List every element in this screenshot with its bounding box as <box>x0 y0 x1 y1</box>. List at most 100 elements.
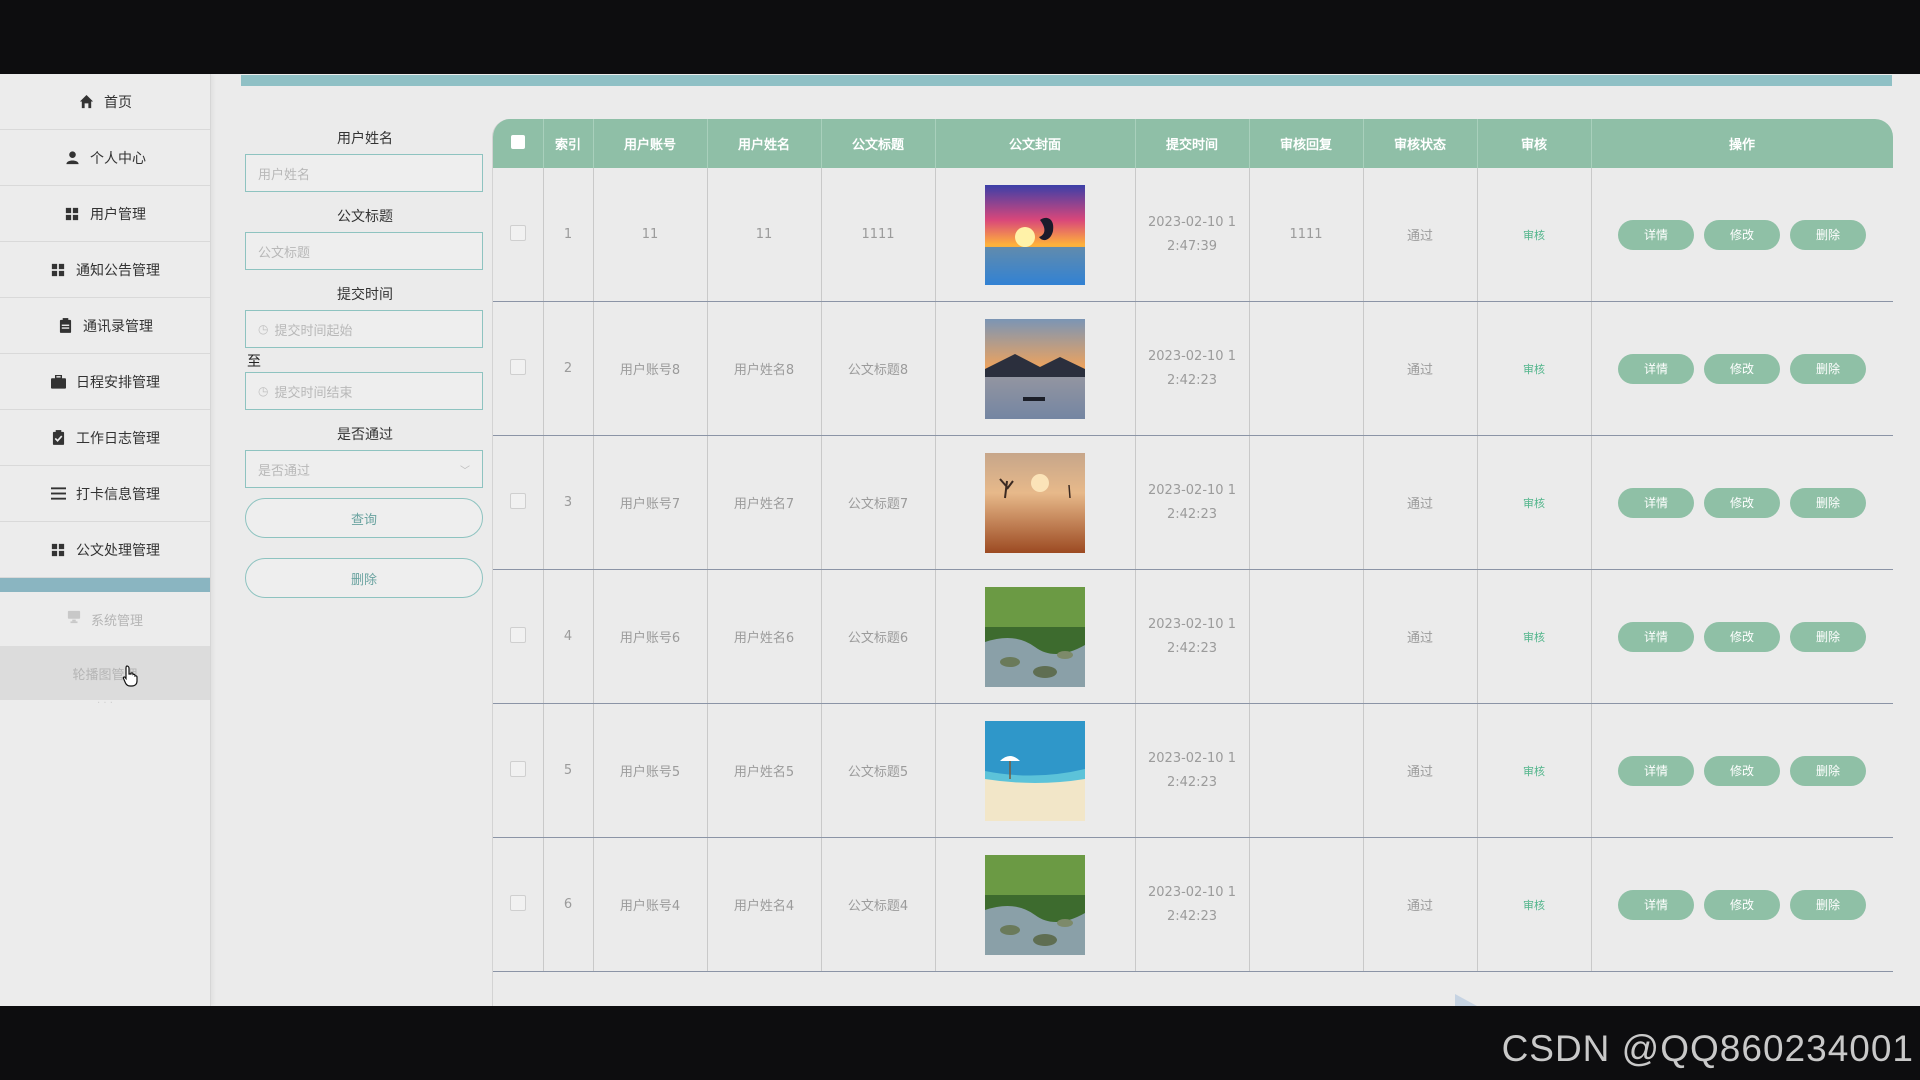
sidebar-item-system[interactable]: 系统管理 <box>0 592 210 646</box>
sidebar-item-label: 个人中心 <box>90 150 146 167</box>
title-input[interactable]: 公文标题 <box>245 232 483 270</box>
edit-button[interactable]: 修改 <box>1704 219 1780 250</box>
header-bar <box>241 75 1892 86</box>
cell-index: 4 <box>543 569 594 704</box>
row-checkbox[interactable] <box>493 435 544 570</box>
row-checkbox[interactable] <box>493 837 544 972</box>
bulk-delete-button[interactable]: 删除 <box>245 558 483 598</box>
cell-index: 5 <box>543 703 594 838</box>
sidebar-item-worklog[interactable]: 工作日志管理 <box>0 410 210 466</box>
detail-button[interactable]: 详情 <box>1618 353 1694 384</box>
row-checkbox[interactable] <box>493 569 544 704</box>
row-checkbox[interactable] <box>493 703 544 838</box>
time-line: 2:42:23 <box>1166 640 1218 656</box>
delete-button[interactable]: 删除 <box>1790 621 1866 652</box>
cell-status: 通过 <box>1363 837 1478 972</box>
delete-button[interactable]: 删除 <box>1790 755 1866 786</box>
cell-audit: 审核 <box>1477 301 1592 436</box>
cell-name: 用户姓名5 <box>707 703 822 838</box>
monitor-icon <box>67 610 81 628</box>
sidebar-item-label: 通知公告管理 <box>76 262 160 279</box>
delete-button[interactable]: 删除 <box>1790 353 1866 384</box>
sidebar-item-checkin[interactable]: 打卡信息管理 <box>0 466 210 522</box>
name-input[interactable]: 用户姓名 <box>245 154 483 192</box>
cell-audit: 审核 <box>1477 168 1592 302</box>
detail-button[interactable]: 详情 <box>1618 621 1694 652</box>
edit-button[interactable]: 修改 <box>1704 889 1780 920</box>
time-end-input[interactable]: ◷ 提交时间结束 <box>245 372 483 410</box>
cell-reply <box>1249 301 1364 436</box>
briefcase-icon <box>50 374 66 390</box>
sidebar-item-schedule[interactable]: 日程安排管理 <box>0 354 210 410</box>
time-start-input[interactable]: ◷ 提交时间起始 <box>245 310 483 348</box>
edit-button[interactable]: 修改 <box>1704 487 1780 518</box>
sidebar: 首页 个人中心 用户管理 通知公告管理 通讯录管理 日程安排管理 工作日志管理 <box>0 74 211 1006</box>
cell-status: 通过 <box>1363 569 1478 704</box>
sidebar-item-carousel[interactable]: 轮播图管理 <box>0 646 210 700</box>
forest-stream-image[interactable] <box>985 854 1085 955</box>
cell-actions: 详情 修改 删除 <box>1591 301 1893 436</box>
name-placeholder: 用户姓名 <box>258 167 311 183</box>
sidebar-item-home[interactable]: 首页 <box>0 74 210 130</box>
cell-account: 用户账号5 <box>593 703 708 838</box>
edit-button[interactable]: 修改 <box>1704 353 1780 384</box>
table-row: 3 用户账号7 用户姓名7 公文标题7 2023-02-10 1 2:42:23 通过 审核 详… <box>493 435 1893 570</box>
cell-title: 公文标题8 <box>821 301 936 436</box>
forest-stream-image[interactable] <box>985 586 1085 687</box>
watermark: CSDN @QQ860234001 <box>1501 1028 1914 1069</box>
time-line: 2023-02-10 1 <box>1148 884 1236 900</box>
app-screen: 首页 个人中心 用户管理 通知公告管理 通讯录管理 日程安排管理 工作日志管理 <box>0 74 1920 1006</box>
user-icon <box>64 150 80 166</box>
delete-button[interactable]: 删除 <box>1790 889 1866 920</box>
cell-status: 通过 <box>1363 301 1478 436</box>
time-line: 2:42:23 <box>1166 774 1218 790</box>
sidebar-item-label: 公文处理管理 <box>76 542 160 559</box>
time-line: 2023-02-10 1 <box>1148 348 1236 364</box>
column-header: 索引 <box>543 119 594 168</box>
sidebar-item-label: 打卡信息管理 <box>76 486 160 503</box>
detail-button[interactable]: 详情 <box>1618 487 1694 518</box>
beach-umbrella-image[interactable] <box>985 720 1085 821</box>
cell-actions: 详情 修改 删除 <box>1591 837 1893 972</box>
sidebar-item-users[interactable]: 用户管理 <box>0 186 210 242</box>
cell-account: 用户账号6 <box>593 569 708 704</box>
time-line: 2023-02-10 1 <box>1148 616 1236 632</box>
delete-button[interactable]: 删除 <box>1790 487 1866 518</box>
delete-button[interactable]: 删除 <box>1790 219 1866 250</box>
audit-link[interactable]: 审核 <box>1523 363 1545 376</box>
audit-link[interactable]: 审核 <box>1523 899 1545 912</box>
row-checkbox[interactable] <box>493 168 544 302</box>
pass-select[interactable]: 是否通过 ﹀ <box>245 450 483 488</box>
sidebar-item-profile[interactable]: 个人中心 <box>0 130 210 186</box>
clock-icon: ◷ <box>258 384 269 398</box>
cell-status: 通过 <box>1363 703 1478 838</box>
query-button[interactable]: 查询 <box>245 498 483 538</box>
chevron-down-icon: ﹀ <box>460 465 470 477</box>
sidebar-item-contacts[interactable]: 通讯录管理 <box>0 298 210 354</box>
audit-link[interactable]: 审核 <box>1523 765 1545 778</box>
edit-button[interactable]: 修改 <box>1704 621 1780 652</box>
detail-button[interactable]: 详情 <box>1618 889 1694 920</box>
column-header: 公文封面 <box>935 119 1136 168</box>
desert-tree-image[interactable] <box>985 452 1085 553</box>
cell-index: 1 <box>543 168 594 302</box>
play-overlay-icon <box>1455 994 1477 1006</box>
detail-button[interactable]: 详情 <box>1618 755 1694 786</box>
edit-button[interactable]: 修改 <box>1704 755 1780 786</box>
select-all-checkbox[interactable] <box>493 119 544 168</box>
cell-cover <box>935 301 1136 436</box>
boat-sunrise-image[interactable] <box>985 318 1085 419</box>
audit-link[interactable]: 审核 <box>1523 631 1545 644</box>
cell-cover <box>935 569 1136 704</box>
audit-link[interactable]: 审核 <box>1523 497 1545 510</box>
row-checkbox[interactable] <box>493 301 544 436</box>
dolphin-sunset-image[interactable] <box>985 184 1085 285</box>
sidebar-item-notice[interactable]: 通知公告管理 <box>0 242 210 298</box>
sidebar-item-label: 工作日志管理 <box>76 430 160 447</box>
detail-button[interactable]: 详情 <box>1618 219 1694 250</box>
table-row: 5 用户账号5 用户姓名5 公文标题5 2023-02-10 1 2:42:23 通过 审核 详… <box>493 703 1893 838</box>
cell-reply <box>1249 703 1364 838</box>
sidebar-item-documents[interactable]: 公文处理管理 <box>0 522 210 578</box>
audit-link[interactable]: 审核 <box>1523 229 1545 242</box>
cell-status: 通过 <box>1363 168 1478 302</box>
